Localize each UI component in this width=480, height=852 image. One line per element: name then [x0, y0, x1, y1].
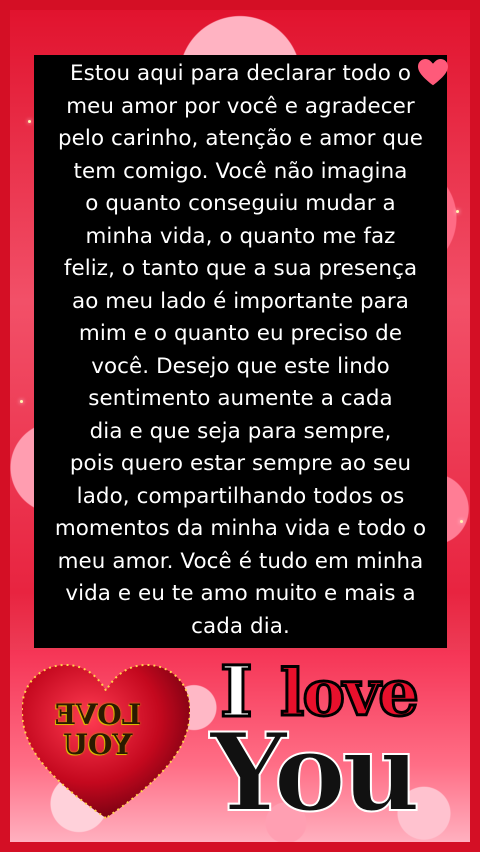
- heart-icon: [418, 58, 448, 86]
- sparkle: [28, 120, 31, 123]
- sparkle: [456, 210, 459, 213]
- i-love-you-logo: I love You: [209, 649, 470, 842]
- love-message: Estou aqui para declarar todo o meu amor…: [54, 61, 427, 639]
- message-box: Estou aqui para declarar todo o meu amor…: [34, 55, 447, 648]
- sparkle: [460, 520, 463, 523]
- logo-you: You: [209, 710, 421, 836]
- mirrored-love-you-text: LOVE YOU: [54, 698, 142, 761]
- love-you-artwork: LOVE YOU I love You: [10, 649, 470, 842]
- sparkle: [20, 400, 23, 403]
